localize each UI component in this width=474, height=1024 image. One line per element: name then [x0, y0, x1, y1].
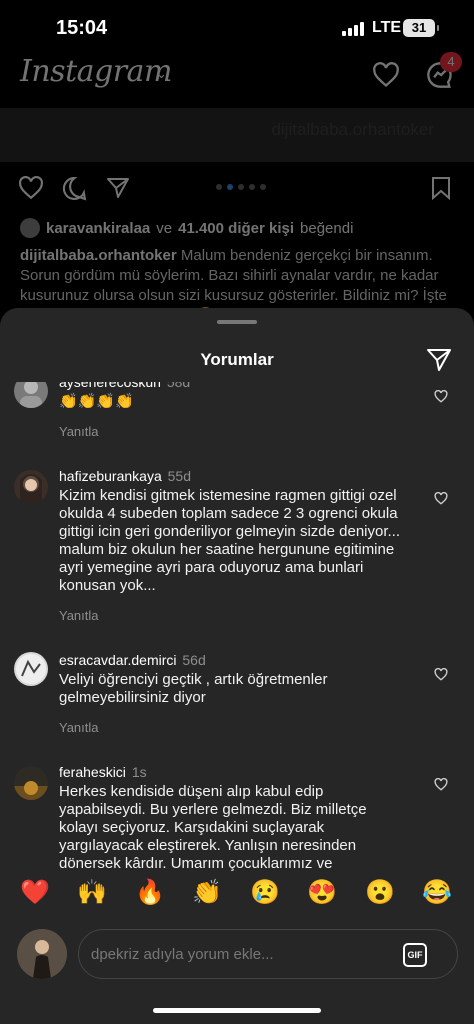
status-bar: 15:04 LTE 31	[0, 0, 474, 52]
network-label: LTE	[372, 19, 402, 36]
emoji-surprised-button[interactable]: 😮	[364, 878, 396, 907]
comment-body: aysenerecoskun 58d 👏👏👏👏 Yanıtla	[59, 382, 403, 439]
comment-avatar[interactable]	[14, 382, 48, 408]
comment-body: feraheskici 1s Herkes kendiside düşeni a…	[59, 764, 403, 872]
carousel-dot	[249, 184, 255, 190]
emoji-fire-button[interactable]: 🔥	[134, 878, 166, 907]
comments-list[interactable]: aysenerecoskun 58d 👏👏👏👏 Yanıtla hafizebu…	[0, 382, 474, 872]
comment-input[interactable]	[91, 942, 391, 966]
like-icon[interactable]	[18, 176, 44, 200]
reply-button[interactable]: Yanıtla	[59, 608, 403, 623]
comment-avatar[interactable]	[14, 766, 48, 800]
chevron-down-icon[interactable]: ⌄	[156, 66, 167, 82]
like-icon[interactable]	[434, 668, 448, 681]
likes-count[interactable]: 41.400 diğer kişi	[178, 220, 294, 237]
like-icon[interactable]	[434, 492, 448, 505]
reply-button[interactable]: Yanıtla	[59, 720, 403, 735]
share-icon[interactable]	[426, 348, 452, 372]
emoji-raised-hands-button[interactable]: 🙌	[76, 878, 108, 907]
comment-input-container: GIF	[78, 929, 458, 979]
comment-age: 56d	[182, 652, 206, 668]
likes-suffix: beğendi	[300, 219, 354, 237]
likes-summary[interactable]: karavankiralaa ve 41.400 diğer kişi beğe…	[20, 218, 353, 238]
comment-age: 58d	[166, 382, 191, 390]
comment-age: 55d	[167, 468, 191, 484]
comment-avatar[interactable]	[14, 470, 48, 504]
comment-username[interactable]: hafizeburankaya	[59, 468, 162, 484]
emoji-laughing-button[interactable]: 😂	[421, 878, 453, 907]
comment-meta: hafizeburankaya 55d	[59, 468, 403, 484]
heart-icon[interactable]	[372, 62, 400, 88]
carousel-dot	[260, 184, 266, 190]
post-image[interactable]: dijitalbaba.orhantoker	[0, 108, 474, 162]
messages-badge: 4	[440, 52, 462, 72]
quick-emoji-bar: ❤️ 🙌 🔥 👏 😢 😍 😮 😂	[0, 878, 474, 918]
sheet-title: Yorumlar	[200, 350, 274, 369]
emoji-heart-eyes-button[interactable]: 😍	[306, 878, 338, 907]
post-watermark: dijitalbaba.orhantoker	[271, 120, 434, 139]
liker-username[interactable]: karavankiralaa	[46, 220, 150, 237]
signal-icon	[342, 22, 364, 36]
emoji-heart-button[interactable]: ❤️	[19, 878, 51, 907]
emoji-clap-button[interactable]: 👏	[191, 878, 223, 907]
comments-sheet: Yorumlar aysenerecoskun 58d 👏👏👏👏 Yanıtla	[0, 308, 474, 1024]
battery-icon: 31	[403, 19, 439, 37]
comment-body: hafizeburankaya 55d Kizim kendisi gitmek…	[59, 468, 403, 623]
bookmark-icon[interactable]	[431, 176, 451, 200]
like-icon[interactable]	[434, 390, 448, 403]
comment-meta: esracavdar.demirci 56d	[59, 652, 403, 668]
caption-username[interactable]: dijitalbaba.orhantoker	[20, 247, 177, 264]
comment-username[interactable]: feraheskici	[59, 764, 126, 780]
likes-connector: ve	[156, 219, 173, 237]
comment-text: Herkes kendiside düşeni alıp kabul edip …	[59, 783, 367, 872]
comment-avatar[interactable]	[14, 652, 48, 686]
carousel-indicator	[216, 184, 266, 190]
comment-body: esracavdar.demirci 56d Veliyi öğrenciyi …	[59, 652, 403, 735]
comment-username[interactable]: aysenerecoskun	[59, 382, 161, 390]
home-indicator	[153, 1008, 321, 1013]
emoji-crying-button[interactable]: 😢	[249, 878, 281, 907]
avatar[interactable]	[17, 929, 67, 979]
carousel-dot	[216, 184, 222, 190]
comment-age: 1s	[131, 764, 147, 780]
comment-text: Kizim kendisi gitmek istemesine ragmen g…	[59, 487, 401, 594]
comment-username[interactable]: esracavdar.demirci	[59, 652, 177, 668]
carousel-dot	[227, 184, 233, 190]
comment-text: Veliyi öğrenciyi geçtik , artık öğretmen…	[59, 671, 328, 706]
comment-meta: aysenerecoskun 58d	[59, 382, 403, 390]
gif-button[interactable]: GIF	[403, 943, 427, 967]
status-time: 15:04	[56, 17, 108, 39]
reply-button[interactable]: Yanıtla	[59, 424, 403, 439]
comment-text: 👏👏👏👏	[59, 393, 134, 410]
app-header: Instagram ⌄ 4	[0, 52, 474, 102]
instagram-logo[interactable]: Instagram	[20, 54, 172, 89]
comment-icon[interactable]	[62, 176, 87, 201]
share-icon[interactable]	[106, 177, 130, 199]
post-actions	[0, 174, 474, 208]
carousel-dot	[238, 184, 244, 190]
feed-background: Instagram ⌄ 4 dijitalbaba.orhantoker kar…	[0, 52, 474, 352]
liker-avatar	[20, 218, 40, 238]
comment-meta: feraheskici 1s	[59, 764, 403, 780]
like-icon[interactable]	[434, 778, 448, 791]
sheet-drag-handle[interactable]	[217, 320, 257, 324]
